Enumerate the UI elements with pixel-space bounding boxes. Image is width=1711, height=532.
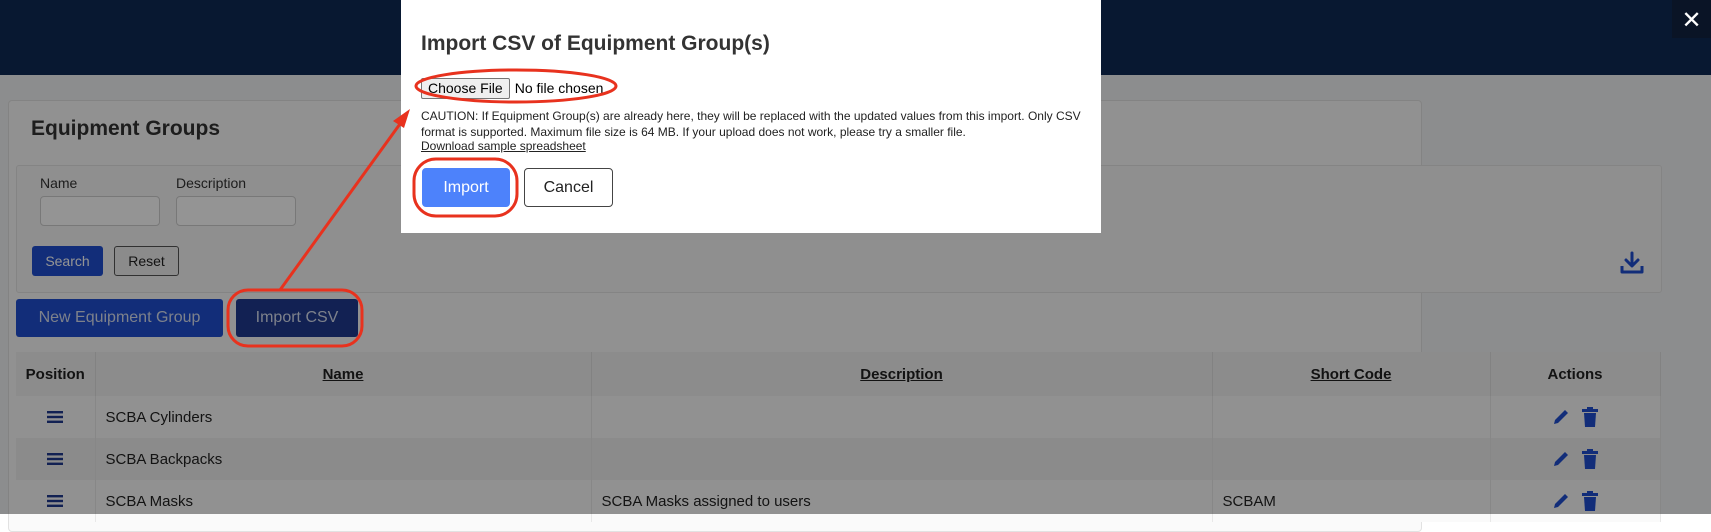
choose-file-button[interactable]: Choose File xyxy=(421,77,510,99)
download-sample-link[interactable]: Download sample spreadsheet xyxy=(421,139,586,153)
cancel-button[interactable]: Cancel xyxy=(524,168,613,207)
close-modal-button[interactable]: ✕ xyxy=(1672,0,1711,38)
caution-text: CAUTION: If Equipment Group(s) are alrea… xyxy=(421,109,1081,139)
import-csv-modal: Import CSV of Equipment Group(s) Choose … xyxy=(401,0,1101,233)
modal-title: Import CSV of Equipment Group(s) xyxy=(421,32,770,55)
file-input[interactable]: Choose File No file chosen xyxy=(421,76,603,100)
file-status-text: No file chosen xyxy=(514,80,604,96)
import-button[interactable]: Import xyxy=(422,168,510,207)
